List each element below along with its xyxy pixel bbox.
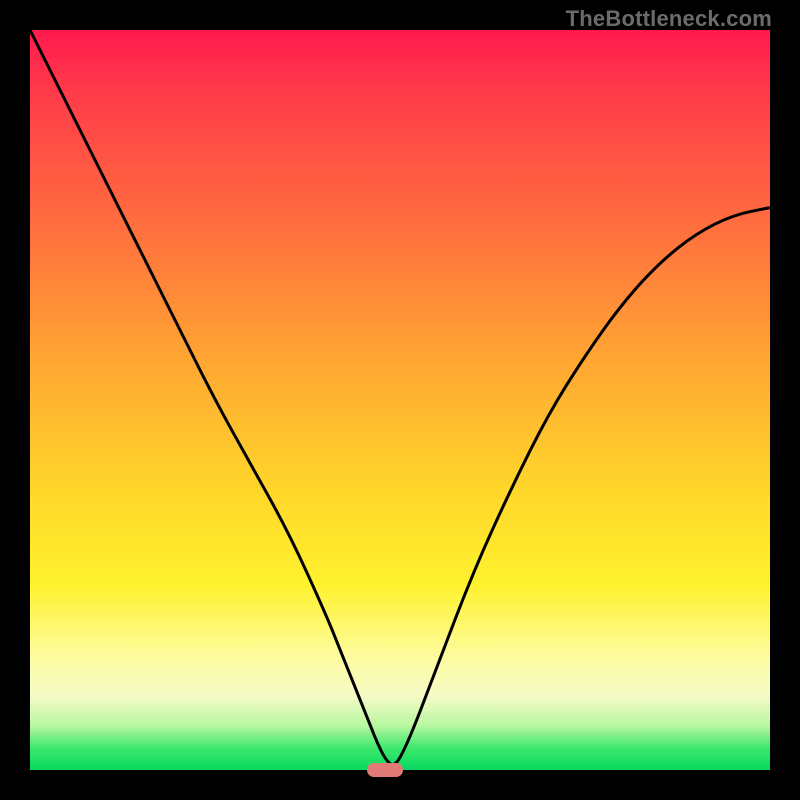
optimum-marker: [367, 763, 403, 777]
curve-path: [30, 30, 770, 764]
watermark-text: TheBottleneck.com: [566, 6, 772, 32]
plot-area: [30, 30, 770, 770]
bottleneck-curve: [30, 30, 770, 770]
chart-frame: TheBottleneck.com: [0, 0, 800, 800]
